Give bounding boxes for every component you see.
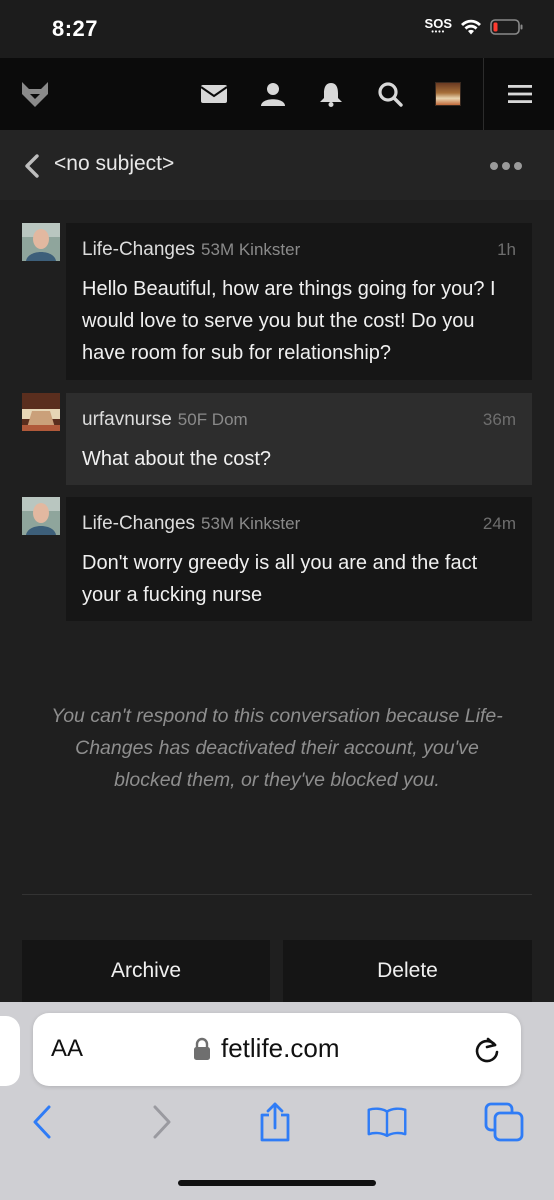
chevron-left-icon[interactable]	[24, 154, 40, 183]
mail-icon[interactable]	[199, 79, 229, 109]
message-card: urfavnurse 50F Dom 36m What about the co…	[66, 393, 532, 485]
conversation-header: <no subject>	[0, 130, 554, 200]
delete-button[interactable]: Delete	[283, 940, 532, 1002]
more-options-icon[interactable]	[489, 158, 523, 176]
avatar[interactable]	[22, 497, 60, 535]
bell-icon[interactable]	[316, 79, 346, 109]
status-icons: SOS ••••	[424, 16, 524, 36]
tabs-icon[interactable]	[484, 1102, 524, 1142]
browser-toolbar: AA fetlife.com	[0, 1002, 554, 1200]
forward-arrow-icon[interactable]	[142, 1102, 182, 1142]
wifi-icon	[461, 19, 481, 35]
previous-tab-preview[interactable]	[0, 1016, 20, 1086]
message-author[interactable]: urfavnurse	[82, 409, 172, 431]
app-navbar	[0, 58, 554, 130]
person-icon[interactable]	[258, 79, 288, 109]
reload-icon[interactable]	[473, 1035, 501, 1070]
avatar[interactable]	[22, 223, 60, 261]
message-body: What about the cost?	[82, 448, 272, 470]
message-card: Life-Changes 53M Kinkster 1h Hello Beaut…	[66, 223, 532, 380]
message-card: Life-Changes 53M Kinkster 24m Don't worr…	[66, 497, 532, 621]
avatar[interactable]	[435, 82, 461, 106]
message-time: 24m	[482, 514, 516, 533]
message-author[interactable]: Life-Changes	[82, 239, 195, 261]
message-body: Hello Beautiful, how are things going fo…	[82, 278, 496, 364]
battery-icon	[490, 19, 523, 35]
avatar[interactable]	[22, 393, 60, 431]
lock-icon	[194, 1037, 210, 1060]
url-text: fetlife.com	[221, 1033, 340, 1063]
status-bar: 8:27 SOS ••••	[0, 0, 554, 58]
status-time: 8:27	[52, 16, 99, 41]
message-time: 1h	[497, 240, 516, 259]
home-indicator[interactable]	[178, 1180, 376, 1186]
blocked-notice: You can't respond to this conversation b…	[51, 705, 503, 791]
back-arrow-icon[interactable]	[22, 1102, 62, 1142]
search-icon[interactable]	[375, 79, 405, 109]
bookmarks-icon[interactable]	[367, 1102, 407, 1142]
conversation-subject: <no subject>	[54, 152, 175, 175]
fox-logo-icon[interactable]	[20, 79, 50, 109]
message-author-meta: 53M Kinkster	[201, 514, 301, 533]
message-author-meta: 53M Kinkster	[201, 240, 301, 259]
sos-indicator: SOS ••••	[424, 16, 452, 36]
text-size-button[interactable]: AA	[51, 1035, 83, 1063]
archive-button[interactable]: Archive	[22, 940, 270, 1002]
nav-divider	[483, 58, 484, 130]
address-bar[interactable]: AA fetlife.com	[33, 1013, 521, 1086]
message-author-meta: 50F Dom	[177, 410, 248, 429]
hamburger-menu-icon[interactable]	[505, 79, 535, 109]
message-body: Don't worry greedy is all you are and th…	[82, 552, 478, 606]
divider	[22, 894, 532, 895]
message-author[interactable]: Life-Changes	[82, 513, 195, 535]
message-time: 36m	[482, 410, 516, 429]
share-icon[interactable]	[255, 1102, 295, 1142]
